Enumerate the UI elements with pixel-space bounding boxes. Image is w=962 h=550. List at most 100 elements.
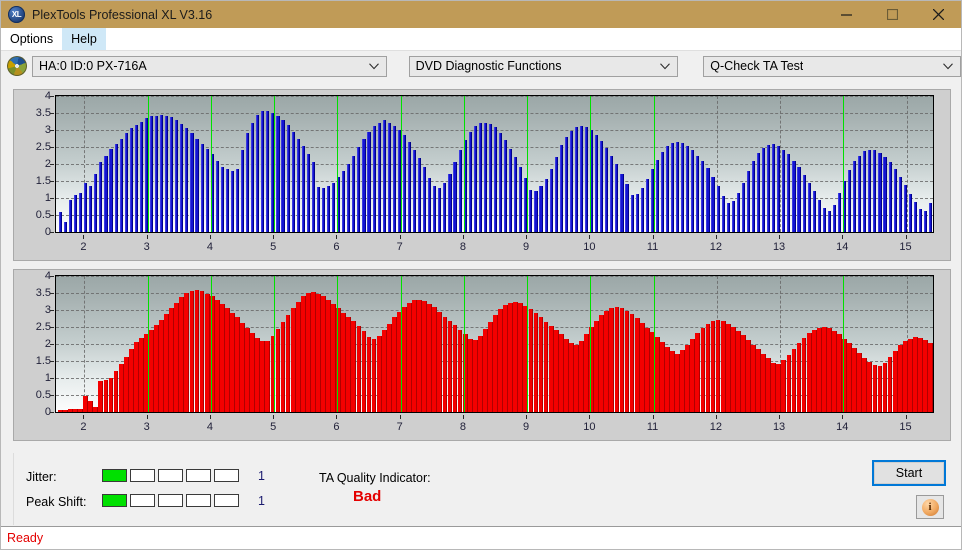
chart-bar: [417, 299, 422, 412]
function-select-value: DVD Diagnostic Functions: [415, 59, 562, 73]
chart-bar: [878, 153, 882, 232]
chart-bar: [265, 340, 271, 412]
close-icon[interactable]: [915, 1, 961, 28]
chart-bar: [681, 142, 685, 232]
function-select[interactable]: DVD Diagnostic Functions: [408, 55, 679, 77]
chart-bar: [362, 138, 366, 232]
status-bar: Ready: [1, 526, 961, 549]
chart-bar: [503, 304, 508, 412]
x-axis-tick-label: 11: [646, 421, 659, 433]
minimize-icon[interactable]: [823, 1, 869, 28]
x-axis-tick: [526, 415, 528, 419]
chart-bar: [428, 177, 432, 232]
sector-marker-line: [400, 96, 402, 232]
chart-bar: [928, 343, 933, 412]
y-axis-tick-label: 1.5: [35, 355, 51, 367]
chart-bar: [787, 154, 791, 232]
x-axis-tick-label: 8: [459, 241, 466, 253]
chart-bar: [341, 312, 347, 412]
chart-bar: [756, 153, 761, 232]
sector-marker-line: [843, 96, 845, 232]
x-axis-tick-label: 8: [459, 421, 466, 433]
chart-bar: [544, 179, 548, 232]
jitter-meter: [102, 469, 239, 482]
chart-bar: [772, 144, 776, 232]
chart-bar: [706, 168, 710, 232]
chart-bar: [79, 192, 83, 232]
chart-bar: [124, 133, 128, 232]
chart-bar: [185, 128, 189, 232]
chart-bar: [529, 189, 533, 232]
chart-bar: [170, 117, 174, 232]
chart-bar: [610, 155, 614, 232]
chart-bar: [321, 296, 326, 412]
x-axis-tick: [462, 235, 464, 239]
meter-segment: [186, 469, 211, 482]
chart-bar: [412, 149, 417, 232]
chart-bar: [710, 320, 716, 412]
x-axis-tick-label: 7: [396, 421, 403, 433]
chart-bar: [422, 301, 428, 412]
peak-shift-chart: 0 0.5 1 1.5 2 2.5 3 3.5 4 2 3 4 5 6 7 8 9 10 11 12 13 14 15: [13, 269, 951, 441]
chart-bar: [665, 346, 670, 412]
test-select[interactable]: Q-Check TA Test: [703, 55, 962, 77]
x-axis-tick-label: 3: [143, 241, 150, 253]
jitter-chart-plot: [55, 95, 934, 233]
chart-bar: [665, 146, 670, 232]
chart-bar: [108, 378, 114, 412]
sector-marker-line: [843, 276, 845, 412]
info-button[interactable]: i: [916, 495, 944, 519]
y-axis-tick: [50, 310, 54, 311]
sector-marker-line: [147, 276, 149, 412]
chart-bar: [119, 138, 123, 232]
x-axis-tick-label: 9: [523, 241, 530, 253]
x-axis-tick-label: 13: [772, 421, 786, 433]
chart-bar: [695, 333, 701, 412]
maximize-icon[interactable]: [869, 1, 915, 28]
y-axis-tick-label: 0.5: [35, 389, 51, 401]
chart-bar: [771, 362, 777, 412]
x-axis-tick: [83, 235, 85, 239]
window-controls: [823, 1, 961, 28]
x-axis-tick: [526, 235, 528, 239]
jitter-label: Jitter:: [26, 470, 57, 484]
chart-bar: [139, 121, 143, 232]
chart-bar: [468, 131, 472, 232]
chart-bar: [296, 138, 300, 232]
gridline-vertical: [84, 276, 86, 412]
menu-item-help[interactable]: Help: [62, 28, 106, 50]
chart-bar: [58, 211, 62, 232]
chart-bar: [791, 349, 797, 412]
sector-marker-line: [527, 276, 529, 412]
chart-bar: [432, 307, 438, 412]
chart-bar: [751, 344, 756, 412]
chart-bar: [109, 148, 113, 232]
sector-marker-line: [590, 276, 592, 412]
ta-quality-value: Bad: [353, 488, 382, 505]
chart-bar: [128, 349, 134, 412]
y-axis-tick: [50, 215, 54, 216]
chart-bar: [310, 292, 316, 412]
chart-bar: [225, 169, 229, 232]
chart-bar: [559, 145, 563, 232]
x-axis-tick-label: 10: [583, 241, 596, 253]
x-axis-tick-label: 6: [333, 241, 340, 253]
chart-bar: [311, 162, 315, 232]
chart-bar: [599, 315, 605, 412]
x-axis-tick: [209, 415, 211, 419]
chart-bar: [83, 395, 89, 412]
chart-bar: [645, 179, 649, 232]
chart-bar: [595, 135, 599, 232]
chart-bar: [63, 410, 68, 412]
start-button[interactable]: Start: [872, 460, 946, 486]
chart-bar: [98, 381, 104, 412]
menu-item-options[interactable]: Options: [1, 28, 62, 50]
sector-marker-line: [463, 276, 465, 412]
chart-bar: [387, 122, 391, 232]
x-axis-tick: [589, 235, 591, 239]
drive-select[interactable]: HA:0 ID:0 PX-716A: [31, 55, 387, 77]
x-axis-tick: [779, 415, 781, 419]
chart-bar: [321, 188, 326, 232]
chart-bar: [377, 122, 381, 232]
chart-bar: [316, 187, 320, 232]
